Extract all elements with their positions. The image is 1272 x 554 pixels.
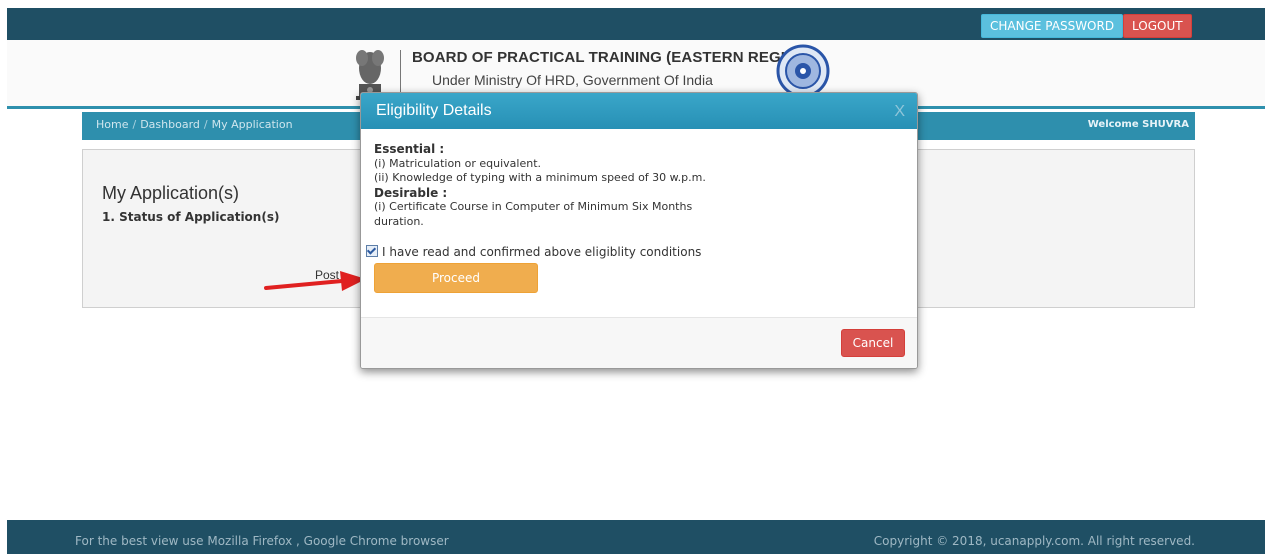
essential-heading: Essential :: [374, 142, 445, 156]
top-bar: CHANGE PASSWORD LOGOUT: [7, 8, 1265, 40]
page-title: My Application(s): [102, 183, 240, 203]
essential-item: (i) Matriculation or equivalent.: [374, 156, 542, 170]
confirm-label: I have read and confirmed above eligibli…: [382, 245, 702, 259]
header-subtitle: Under Ministry Of HRD, Government Of Ind…: [432, 72, 713, 88]
header-divider: [400, 50, 401, 96]
cancel-button[interactable]: Cancel: [841, 329, 905, 357]
breadcrumb-my-application: My Application: [211, 118, 293, 131]
copyright: Copyright © 2018, ucanapply.com. All rig…: [873, 534, 1195, 548]
breadcrumb-home[interactable]: Home: [96, 118, 128, 131]
breadcrumb-trail: Home / Dashboard / My Application: [96, 118, 293, 131]
app-frame: CHANGE PASSWORD LOGOUT BOARD OF PRACTICA…: [7, 0, 1265, 554]
modal-title: Eligibility Details: [376, 102, 492, 119]
logout-button[interactable]: LOGOUT: [1123, 14, 1192, 38]
proceed-button[interactable]: Proceed: [374, 263, 538, 293]
modal-body: Essential : (i) Matriculation or equival…: [374, 142, 904, 229]
breadcrumb-dashboard[interactable]: Dashboard: [140, 118, 200, 131]
change-password-button[interactable]: CHANGE PASSWORD: [981, 14, 1124, 38]
board-seal-icon: [776, 44, 830, 98]
site-footer: For the best view use Mozilla Firefox , …: [7, 520, 1265, 554]
desirable-item: duration.: [374, 214, 424, 228]
modal-footer: Cancel: [361, 317, 917, 368]
status-section-heading: 1. Status of Application(s): [102, 210, 280, 224]
confirm-checkbox[interactable]: [366, 245, 378, 257]
confirm-row: I have read and confirmed above eligibli…: [366, 245, 701, 259]
red-arrow-annotation-icon: [264, 271, 366, 291]
breadcrumb-separator: /: [132, 118, 137, 131]
breadcrumb-separator: /: [203, 118, 208, 131]
browser-recommendation: For the best view use Mozilla Firefox , …: [75, 534, 449, 548]
desirable-item: (i) Certificate Course in Computer of Mi…: [374, 200, 693, 213]
desirable-heading: Desirable :: [374, 185, 448, 200]
essential-item: (ii) Knowledge of typing with a minimum …: [374, 171, 706, 184]
eligibility-modal: Eligibility Details X Essential : (i) Ma…: [360, 92, 918, 369]
header-title: BOARD OF PRACTICAL TRAINING (EASTERN REG…: [412, 49, 813, 66]
modal-header: Eligibility Details X: [361, 93, 917, 129]
welcome-text: Welcome SHUVRA: [1087, 119, 1189, 130]
close-icon[interactable]: X: [894, 103, 905, 121]
